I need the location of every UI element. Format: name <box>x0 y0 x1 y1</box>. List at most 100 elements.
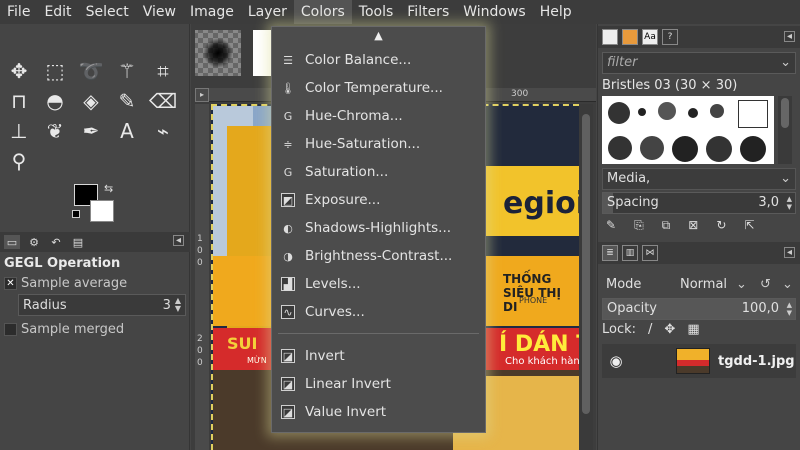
fonts-tab-icon[interactable]: Aa <box>642 29 658 45</box>
chevron-down-icon[interactable]: ⌄ <box>780 169 791 189</box>
eraser-tool-icon[interactable]: ⌫ <box>148 86 178 116</box>
layer-row[interactable]: ◉ tgdd-1.jpg <box>602 344 796 378</box>
opacity-value[interactable]: 100,0 <box>742 299 779 319</box>
mode-value[interactable]: Normal <box>680 277 727 292</box>
device-status-tab-icon[interactable]: ⚙ <box>26 235 42 249</box>
layer-thumbnail[interactable] <box>676 348 710 374</box>
brush-thumbnail[interactable] <box>608 102 630 124</box>
menu-view[interactable]: View <box>136 0 183 24</box>
bucket-fill-tool-icon[interactable]: ◈ <box>76 86 106 116</box>
layers-tab-icon[interactable]: ≣ <box>602 245 618 261</box>
menu-file[interactable]: File <box>0 0 37 24</box>
radius-field[interactable]: Radius 3 ▲ ▼ <box>18 294 186 316</box>
radius-value[interactable]: 3 <box>163 298 171 313</box>
radius-spinner-icon[interactable]: ▲ ▼ <box>175 297 181 313</box>
menu-item-value-invert[interactable]: ◪ Value Invert <box>272 399 485 425</box>
brush-thumbnail[interactable] <box>658 102 676 120</box>
edit-brush-icon[interactable]: ✎ <box>606 218 616 233</box>
brush-scrollbar-thumb[interactable] <box>781 98 789 128</box>
sample-average-row[interactable]: ✕ Sample average <box>4 276 127 291</box>
paintbrush-tool-icon[interactable]: ✎ <box>112 86 142 116</box>
brush-preview[interactable] <box>195 30 241 76</box>
opacity-spinner-icon[interactable]: ▲ ▼ <box>787 301 792 317</box>
canvas-scrollbar[interactable] <box>579 104 593 450</box>
chevron-down-icon[interactable]: ⌄ <box>736 277 747 292</box>
sample-merged-checkbox[interactable] <box>4 323 17 336</box>
patterns-tab-icon[interactable] <box>622 29 638 45</box>
menu-item-color-temperature[interactable]: 🌡 Color Temperature... <box>272 75 485 101</box>
menu-item-brightness-contrast[interactable]: ◑ Brightness-Contrast... <box>272 243 485 269</box>
zoom-tool-icon[interactable]: ⚲ <box>4 146 34 176</box>
menu-item-linear-invert[interactable]: ◪ Linear Invert <box>272 371 485 397</box>
layer-name[interactable]: tgdd-1.jpg <box>718 354 795 369</box>
lock-position-icon[interactable]: ✥ <box>664 322 675 337</box>
menu-windows[interactable]: Windows <box>456 0 533 24</box>
brush-thumbnail-selected[interactable] <box>738 100 768 128</box>
mode-switch-icon[interactable]: ↺ <box>760 277 771 292</box>
brush-category-select[interactable]: Media, ⌄ <box>602 168 796 190</box>
brush-filter-input[interactable]: filter ⌄ <box>602 52 796 74</box>
menu-colors[interactable]: Colors <box>293 0 352 24</box>
menu-layer[interactable]: Layer <box>241 0 294 24</box>
spacing-value[interactable]: 3,0 <box>758 193 779 213</box>
new-brush-icon[interactable]: ⎘ <box>634 218 644 233</box>
duplicate-brush-icon[interactable]: ⧉ <box>662 218 671 233</box>
dock-menu-icon[interactable]: ◂ <box>784 31 795 42</box>
sample-merged-row[interactable]: Sample merged <box>4 322 124 337</box>
quick-mask-icon[interactable]: ▸ <box>195 88 209 102</box>
brush-scrollbar[interactable] <box>778 96 792 164</box>
brush-thumbnail[interactable] <box>640 136 664 160</box>
delete-brush-icon[interactable]: ⊠ <box>688 218 698 233</box>
images-tab-icon[interactable]: ▤ <box>70 235 86 249</box>
menu-filters[interactable]: Filters <box>400 0 456 24</box>
menu-item-curves[interactable]: ∿ Curves... <box>272 299 485 325</box>
color-picker-tool-icon[interactable]: ⌁ <box>148 116 178 146</box>
open-brush-icon[interactable]: ⇱ <box>744 218 754 233</box>
swap-colors-icon[interactable]: ⇆ <box>104 182 113 195</box>
spacing-spinner-icon[interactable]: ▲ ▼ <box>787 195 792 211</box>
lock-pixels-icon[interactable]: / <box>648 322 652 337</box>
menu-item-saturation[interactable]: G Saturation... <box>272 159 485 185</box>
panel-menu-icon[interactable]: ◂ <box>173 235 184 246</box>
menu-item-levels[interactable]: ▟ Levels... <box>272 271 485 297</box>
menu-item-exposure[interactable]: ◩ Exposure... <box>272 187 485 213</box>
pattern-preview[interactable] <box>253 30 271 76</box>
brush-thumbnail[interactable] <box>672 136 698 162</box>
help-tab-icon[interactable]: ? <box>662 29 678 45</box>
menu-tools[interactable]: Tools <box>352 0 401 24</box>
brushes-tab-icon[interactable] <box>602 29 618 45</box>
menu-select[interactable]: Select <box>79 0 136 24</box>
menu-scroll-up-icon[interactable]: ▲ <box>272 29 485 43</box>
dock-menu-icon[interactable]: ◂ <box>784 247 795 258</box>
spacing-field[interactable]: Spacing 3,0 ▲ ▼ <box>602 192 796 214</box>
chevron-down-icon[interactable]: ⌄ <box>782 277 793 292</box>
menu-item-hue-chroma[interactable]: G Hue-Chroma... <box>272 103 485 129</box>
layer-mode-row[interactable]: Mode Normal ⌄ ↺ ⌄ <box>602 272 796 296</box>
lasso-tool-icon[interactable]: ➰ <box>76 56 106 86</box>
tool-options-tab-icon[interactable]: ▭ <box>4 235 20 249</box>
scrollbar-thumb[interactable] <box>582 114 590 414</box>
move-tool-icon[interactable]: ✥ <box>4 56 34 86</box>
menu-help[interactable]: Help <box>533 0 579 24</box>
smudge-tool-icon[interactable]: ❦ <box>40 116 70 146</box>
crop-tool-icon[interactable]: ⌗ <box>148 56 178 86</box>
warp-tool-icon[interactable]: ◓ <box>40 86 70 116</box>
rect-select-tool-icon[interactable]: ⬚ <box>40 56 70 86</box>
menu-edit[interactable]: Edit <box>37 0 78 24</box>
sample-average-checkbox[interactable]: ✕ <box>4 277 17 290</box>
refresh-brushes-icon[interactable]: ↻ <box>716 218 726 233</box>
eye-icon[interactable]: ◉ <box>604 352 628 370</box>
clone-tool-icon[interactable]: ⊥ <box>4 116 34 146</box>
menu-image[interactable]: Image <box>183 0 241 24</box>
text-tool-icon[interactable]: A <box>112 116 142 146</box>
brush-thumbnail[interactable] <box>688 108 698 118</box>
fuzzy-select-tool-icon[interactable]: ⚚ <box>112 56 142 86</box>
menu-item-hue-saturation[interactable]: ≑ Hue-Saturation... <box>272 131 485 157</box>
menu-item-shadows-highlights[interactable]: ◐ Shadows-Highlights... <box>272 215 485 241</box>
brush-thumbnail[interactable] <box>710 104 724 118</box>
paths-tab-icon[interactable]: ⋈ <box>642 245 658 261</box>
brush-thumbnail[interactable] <box>706 136 732 162</box>
lock-alpha-icon[interactable]: ▦ <box>687 322 699 337</box>
brush-thumbnail[interactable] <box>740 136 766 162</box>
undo-history-tab-icon[interactable]: ↶ <box>48 235 64 249</box>
